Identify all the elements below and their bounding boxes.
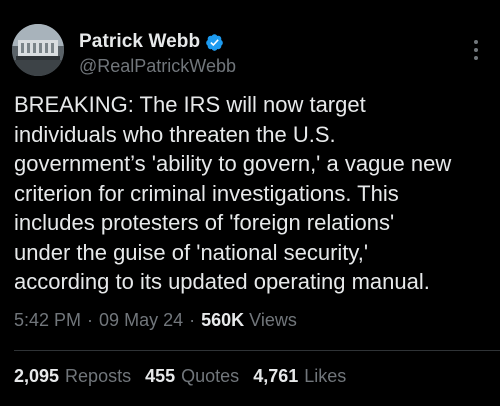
engagement-stats: 2,095 Reposts 455 Quotes 4,761 Likes — [14, 366, 360, 387]
likes-count: 4,761 — [253, 366, 299, 386]
quotes-count: 455 — [145, 366, 176, 386]
quotes-stat[interactable]: 455 Quotes — [145, 366, 239, 387]
tweet-time[interactable]: 5:42 PM — [14, 310, 81, 331]
tweet-card: Patrick Webb @RealPatrickWebb BREAKING: … — [0, 0, 500, 406]
verified-badge-icon[interactable] — [205, 33, 224, 52]
tweet-text: BREAKING: The IRS will now target indivi… — [14, 92, 452, 294]
quotes-label: Quotes — [181, 366, 240, 386]
likes-stat[interactable]: 4,761 Likes — [253, 366, 346, 387]
reposts-label: Reposts — [65, 366, 132, 386]
likes-label: Likes — [304, 366, 347, 386]
more-options-icon[interactable] — [466, 38, 486, 62]
author-name-row: Patrick Webb — [79, 30, 224, 54]
views-count[interactable]: 560K — [201, 310, 244, 331]
divider — [14, 350, 500, 351]
tweet-meta: 5:42 PM · 09 May 24 · 560K Views — [14, 310, 297, 331]
author-display-name[interactable]: Patrick Webb — [79, 31, 200, 53]
views-label[interactable]: Views — [249, 310, 297, 331]
reposts-count: 2,095 — [14, 366, 60, 386]
reposts-stat[interactable]: 2,095 Reposts — [14, 366, 131, 387]
avatar[interactable] — [12, 24, 64, 76]
author-handle[interactable]: @RealPatrickWebb — [79, 56, 236, 77]
tweet-date[interactable]: 09 May 24 — [99, 310, 183, 331]
meta-separator: · — [189, 310, 196, 330]
meta-separator: · — [87, 310, 94, 330]
